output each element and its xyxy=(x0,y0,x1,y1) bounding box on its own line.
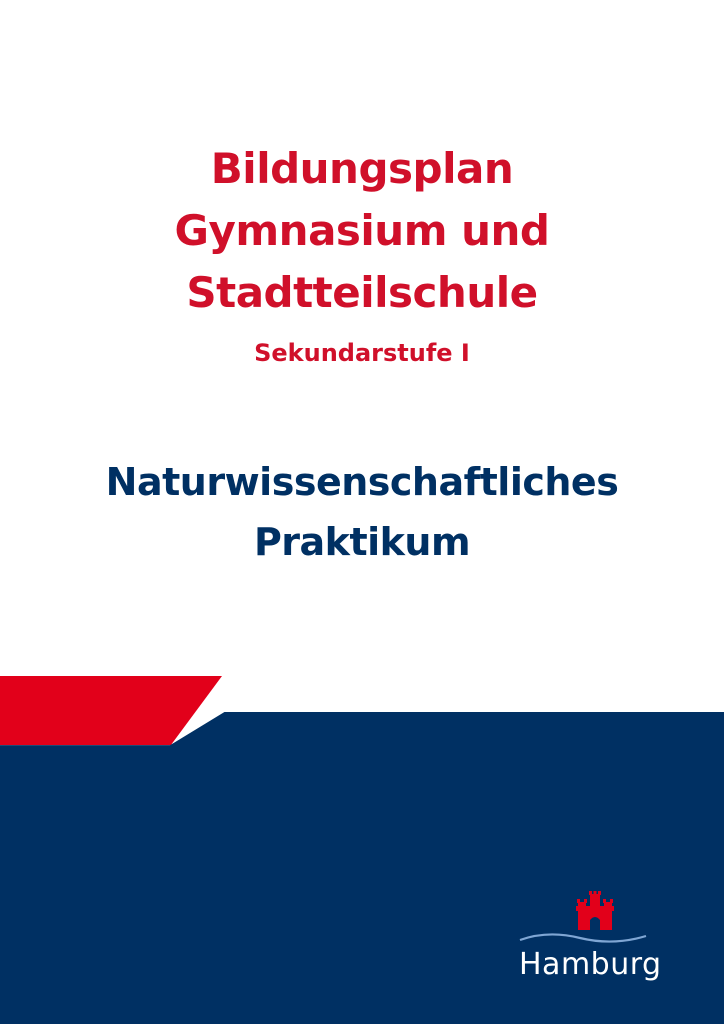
subject-title: Naturwissenschaftliches Praktikum xyxy=(0,452,724,572)
hamburg-logo: Hamburg xyxy=(518,888,674,998)
subject-line-2: Praktikum xyxy=(253,520,471,564)
subject-line-1: Naturwissenschaftliches xyxy=(105,460,619,504)
title-line-3: Stadtteilschule xyxy=(186,268,538,317)
hamburg-wordmark: Hamburg xyxy=(519,947,662,982)
water-wave-icon xyxy=(519,933,647,943)
cover-page: Bildungsplan Gymnasium und Stadtteilschu… xyxy=(0,0,724,1024)
title-line-2: Gymnasium und xyxy=(174,206,550,255)
plan-title: Bildungsplan Gymnasium und Stadtteilschu… xyxy=(0,138,724,370)
plan-subtitle: Sekundarstufe I xyxy=(254,339,470,367)
title-line-1: Bildungsplan xyxy=(210,144,514,193)
